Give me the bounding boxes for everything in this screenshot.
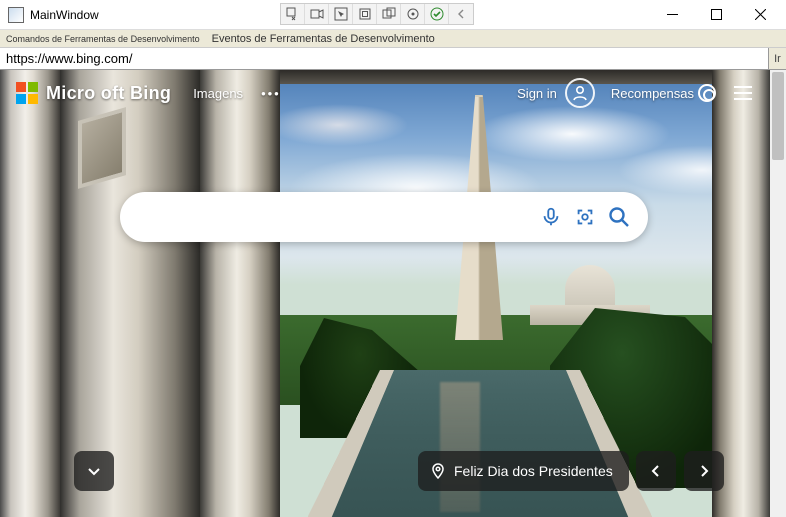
app-icon: [8, 7, 24, 23]
voice-search-icon[interactable]: [534, 200, 568, 234]
signin-link[interactable]: Sign in: [517, 86, 557, 101]
caption-text: Feliz Dia dos Presidentes: [454, 463, 613, 479]
browser-viewport: Micro oft Bing Imagens ••• Sign in Recom…: [0, 70, 786, 517]
address-bar: Ir: [0, 48, 786, 70]
person-icon: [571, 84, 589, 102]
bing-logo[interactable]: Micro oft Bing: [16, 82, 171, 104]
bg-pillar-2: [60, 70, 200, 517]
devtool-pointer-icon[interactable]: [329, 4, 353, 24]
window-title: MainWindow: [30, 8, 99, 22]
minimize-button[interactable]: [650, 0, 694, 28]
go-button[interactable]: Ir: [768, 48, 786, 69]
devtool-overlay-icon[interactable]: [377, 4, 401, 24]
rewards-link[interactable]: Recompensas: [611, 84, 716, 102]
microsoft-logo-icon: [16, 82, 38, 104]
prev-image-button[interactable]: [636, 451, 676, 491]
account-avatar[interactable]: [565, 78, 595, 108]
chevron-right-icon: [697, 464, 711, 478]
devtool-btn-1[interactable]: [281, 4, 305, 24]
image-search-icon[interactable]: [568, 200, 602, 234]
bing-logo-text: Micro oft Bing: [46, 83, 171, 104]
vertical-scrollbar[interactable]: [770, 70, 786, 517]
bing-homepage: Micro oft Bing Imagens ••• Sign in Recom…: [0, 70, 770, 517]
hamburger-menu[interactable]: [726, 76, 760, 110]
devtool-check-icon[interactable]: [425, 4, 449, 24]
bing-top-nav: Micro oft Bing Imagens ••• Sign in Recom…: [0, 70, 770, 116]
devtool-square-icon[interactable]: [353, 4, 377, 24]
search-submit-icon[interactable]: [602, 200, 636, 234]
dev-toolbar: [280, 3, 474, 25]
image-caption[interactable]: Feliz Dia dos Presidentes: [418, 451, 629, 491]
scrollbar-thumb[interactable]: [772, 72, 784, 160]
nav-images[interactable]: Imagens: [193, 86, 243, 101]
next-image-button[interactable]: [684, 451, 724, 491]
address-input[interactable]: [0, 48, 768, 69]
window-controls: [650, 0, 782, 28]
dev-commands-label[interactable]: Comandos de Ferramentas de Desenvolvimen…: [0, 34, 206, 44]
search-box[interactable]: [120, 192, 648, 242]
maximize-button[interactable]: [694, 0, 738, 28]
search-input[interactable]: [140, 208, 534, 226]
devtool-target-icon[interactable]: [401, 4, 425, 24]
rewards-badge-icon: [698, 84, 716, 102]
dev-events-label[interactable]: Eventos de Ferramentas de Desenvolviment…: [206, 33, 435, 45]
location-pin-icon: [430, 463, 446, 479]
close-button[interactable]: [738, 0, 782, 28]
bg-pillar-4: [712, 70, 770, 517]
bg-pillar-3: [200, 70, 280, 517]
devtool-chevron-left-icon[interactable]: [449, 4, 473, 24]
nav-more[interactable]: •••: [261, 86, 281, 101]
chevron-left-icon: [649, 464, 663, 478]
devtool-record-icon[interactable]: [305, 4, 329, 24]
chevron-down-icon: [86, 463, 102, 479]
titlebar: MainWindow: [0, 0, 786, 30]
rewards-label: Recompensas: [611, 86, 694, 101]
expand-info-button[interactable]: [74, 451, 114, 491]
dev-subbar: Comandos de Ferramentas de Desenvolvimen…: [0, 30, 786, 48]
bg-obelisk-reflection: [440, 382, 480, 512]
bg-pillar-1: [0, 70, 60, 517]
